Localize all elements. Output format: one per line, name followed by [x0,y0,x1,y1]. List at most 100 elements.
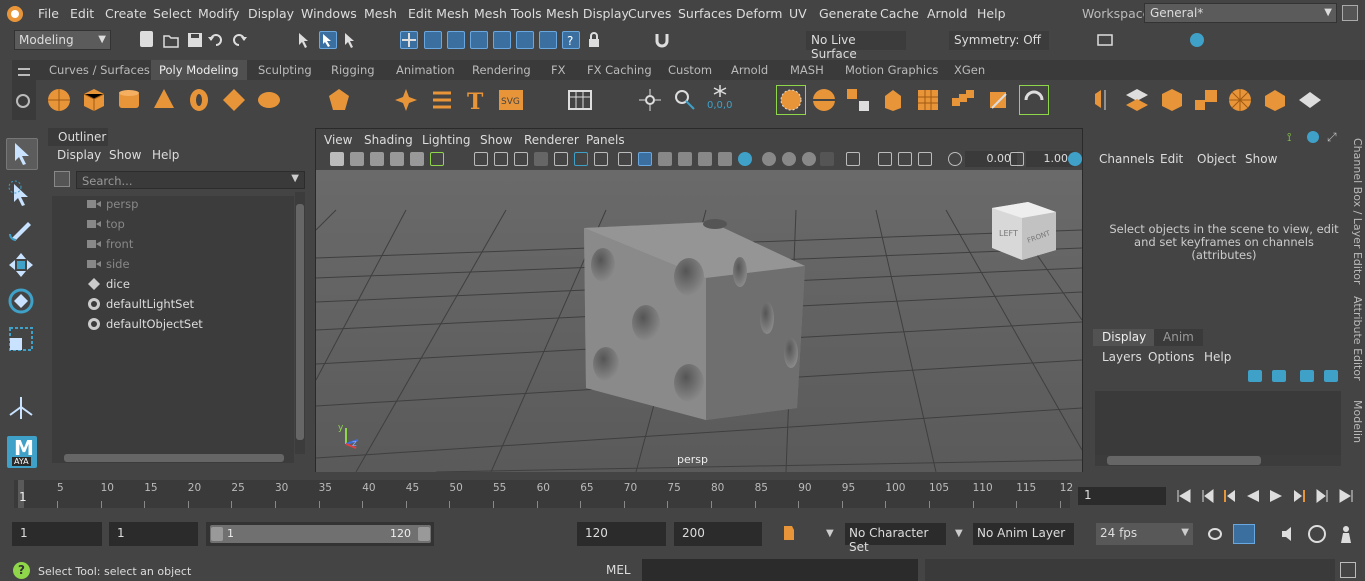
outliner-item-defaultlightset[interactable]: defaultLightSet [87,295,194,313]
viewport-menu-show[interactable]: Show [480,133,512,147]
menu-generate[interactable]: Generate [819,6,877,21]
two-d-pan-icon[interactable] [410,152,424,166]
menu-uv[interactable]: UV [789,6,807,21]
character-set-chevron-icon[interactable]: ▼ [955,528,963,539]
anim-layer-field[interactable]: No Anim Layer [973,523,1074,545]
menu-select[interactable]: Select [153,6,192,21]
poly-disc-icon[interactable] [257,88,281,112]
help-icon[interactable]: ? [562,31,580,49]
hypershade-icon[interactable] [1188,31,1206,49]
shelf-tab-arnold[interactable]: Arnold [731,63,768,77]
range-slider-bar[interactable]: 1 120 [210,525,431,543]
menu-file[interactable]: File [38,6,59,21]
render-settings-icon[interactable] [1165,31,1183,49]
layers-menu[interactable]: Layers [1102,350,1142,364]
wireframe-icon[interactable] [618,152,632,166]
select-component-icon[interactable] [342,31,360,49]
sculpt-icon[interactable] [1298,88,1322,112]
side-tab-channel-box[interactable]: Channel Box / Layer Editor [1351,138,1364,285]
expand-icon[interactable]: ⤢ [1327,130,1337,145]
redo-icon[interactable] [230,31,248,49]
use-all-lights-icon[interactable] [698,152,712,166]
grease-pencil-icon[interactable] [430,152,444,166]
menu-display[interactable]: Display [248,6,294,21]
outliner-item-persp[interactable]: persp [87,195,138,213]
color-management-icon[interactable] [1068,152,1082,166]
side-tab-modeling-toolkit[interactable]: Modelin [1351,400,1364,443]
shadows-icon[interactable] [718,152,732,166]
select-object-icon[interactable] [319,31,337,49]
gamma-field[interactable]: 1.00 [1026,151,1074,167]
combine-icon[interactable] [812,88,836,112]
mirror-icon[interactable] [1091,88,1115,112]
smooth-shade-icon[interactable] [638,152,652,166]
scrollbar-thumb[interactable] [296,204,304,440]
film-gate-icon[interactable] [494,152,508,166]
snap-point-icon[interactable] [447,31,465,49]
create-poly-icon[interactable] [568,88,592,112]
render-frame-icon[interactable] [1096,31,1114,49]
ipr-render-icon[interactable] [1142,31,1160,49]
poly-sphere-icon[interactable] [47,88,71,112]
play-backwards-icon[interactable] [1245,488,1261,504]
rotate-tool-icon[interactable] [6,286,38,318]
channel-box-toggle-icon[interactable] [1326,31,1344,49]
snap-together-icon[interactable] [676,31,694,49]
step-back-key-icon[interactable] [1222,488,1238,504]
playback-start-field[interactable]: 1 [109,522,198,546]
safe-title-icon[interactable] [594,152,608,166]
motion-blur-icon[interactable] [762,152,776,166]
render-view-icon[interactable] [539,31,557,49]
step-forward-key-icon[interactable] [1291,488,1307,504]
snap-face-icon[interactable] [745,31,763,49]
animation-preferences-icon[interactable] [1308,525,1326,543]
menu-set-select[interactable]: Modeling ▼ [14,30,111,50]
key-menu-chevron-icon[interactable]: ▼ [826,528,834,539]
sweep-mesh-icon[interactable] [430,88,454,112]
select-hierarchy-icon[interactable] [296,31,314,49]
field-chart-icon[interactable] [554,152,568,166]
xray-joints-icon[interactable] [878,152,892,166]
snap-edge-icon[interactable] [722,31,740,49]
axis-orientation-icon[interactable] [6,393,38,425]
playback-end-field[interactable]: 120 [577,522,666,546]
outliner-item-dice[interactable]: dice [87,275,130,293]
character-set-field[interactable]: No Character Set [845,523,946,554]
separate-icon[interactable] [846,88,870,112]
outliner-item-top[interactable]: top [87,215,125,233]
outliner-menu-help[interactable]: Help [152,148,179,162]
grid-icon[interactable] [474,152,488,166]
menu-mesh-tools[interactable]: Mesh Tools [474,6,542,21]
outliner-horizontal-scrollbar[interactable] [52,453,294,463]
new-scene-icon[interactable] [140,31,153,47]
side-tab-attribute-editor[interactable]: Attribute Editor [1351,296,1364,381]
select-camera-icon[interactable] [330,152,344,166]
svg-tool-icon[interactable]: SVG [499,88,523,112]
shelf-tab-mash[interactable]: MASH [790,63,824,77]
light-editor-icon[interactable] [1234,31,1252,49]
step-back-frame-icon[interactable] [1200,488,1216,504]
shelf-tab-rendering[interactable]: Rendering [472,63,531,77]
gamma-icon[interactable] [1010,152,1024,166]
shelf-tab-rigging[interactable]: Rigging [331,63,375,77]
loop-icon[interactable] [1206,526,1224,542]
construction-history-icon[interactable] [516,31,534,49]
extrude-icon[interactable] [881,88,905,112]
viewport-scene[interactable]: LEFT FRONT y z persp [315,170,1083,473]
viewport-menu-shading[interactable]: Shading [364,133,413,147]
target-weld-icon[interactable] [1019,85,1049,115]
magnet-icon[interactable] [653,31,671,49]
menu-modify[interactable]: Modify [198,6,239,21]
layer-help-menu[interactable]: Help [1204,350,1231,364]
viewport-menu-lighting[interactable]: Lighting [422,133,471,147]
poly-plane-icon[interactable] [222,88,246,112]
snap-curve-icon[interactable] [424,31,442,49]
play-forwards-icon[interactable] [1268,488,1284,504]
textured-icon[interactable] [678,152,692,166]
menu-surfaces[interactable]: Surfaces [678,6,732,21]
menu-help[interactable]: Help [977,6,1006,21]
shelf-tab-custom[interactable]: Custom [668,63,712,77]
snap-mesh-icon[interactable] [768,31,786,49]
time-slider[interactable]: 1 5 10 15 20 25 30 35 40 45 50 55 60 65 70 75 80 85 90 95 1… [14,480,1073,508]
undo-icon[interactable] [207,31,225,49]
